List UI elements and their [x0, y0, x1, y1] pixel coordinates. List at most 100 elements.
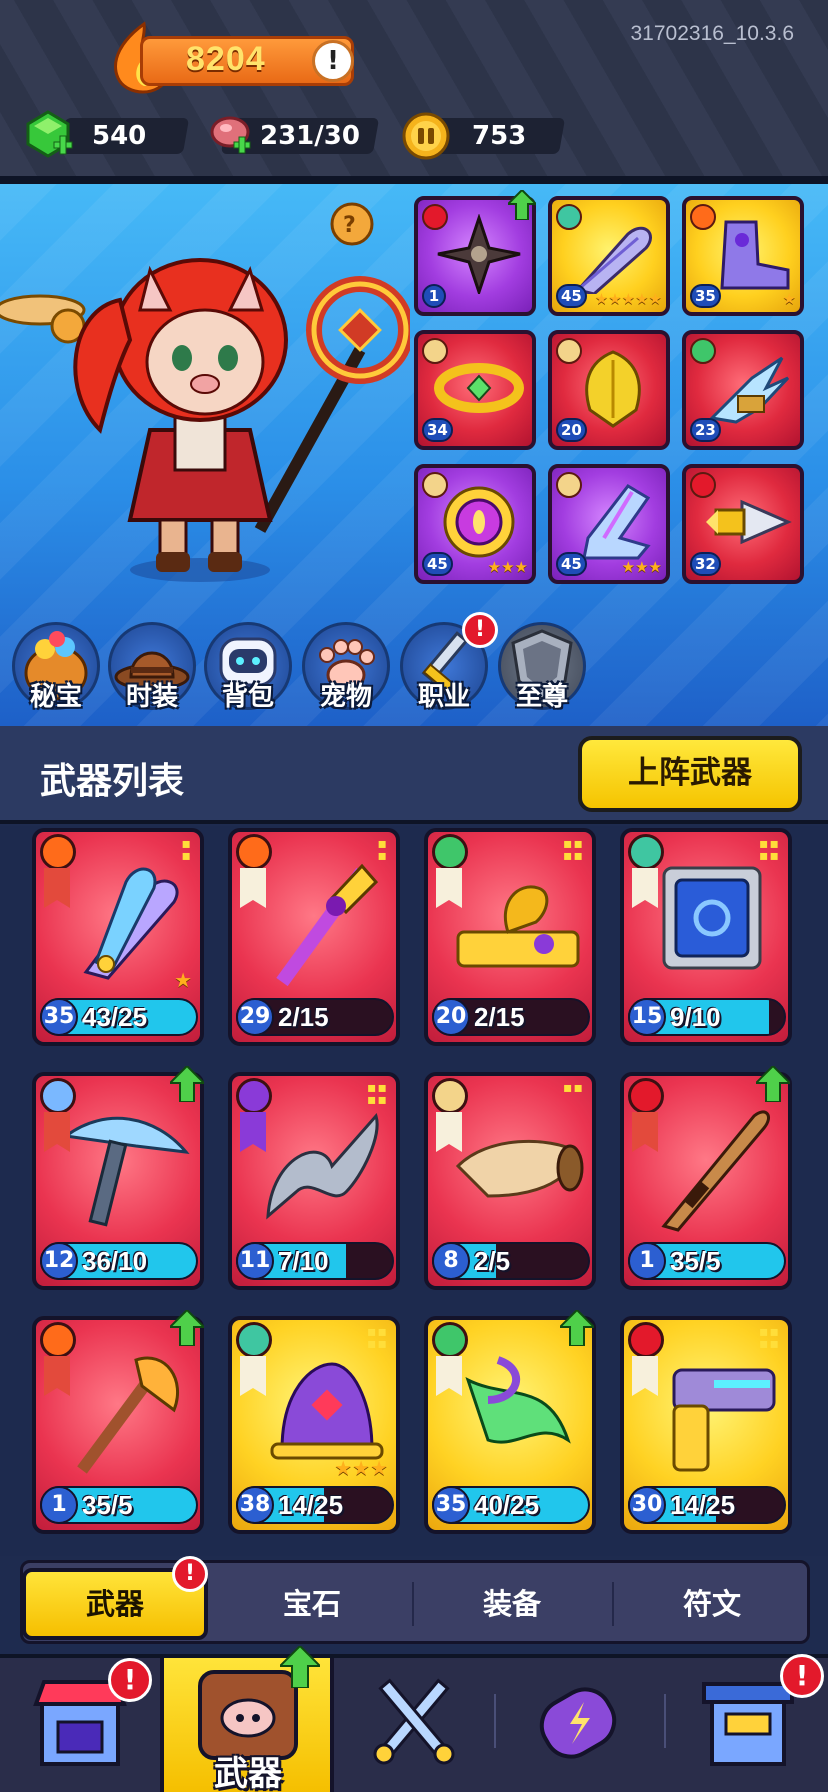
element-badge [556, 338, 582, 364]
element-badge [422, 338, 448, 364]
equipment-slot[interactable]: 45 ★★★ [548, 464, 670, 584]
boomerang-icon [266, 1112, 379, 1220]
upgrade-arrow-icon [170, 1310, 204, 1346]
weapon-card[interactable]: ▪▪ ▪▪ 11 7/10 [228, 1072, 400, 1290]
weapon-level: 35 [432, 1486, 470, 1524]
weapon-card[interactable]: ▪ ▪ ★ 35 43/25 [32, 828, 204, 1046]
weapon-level: 1 [40, 1486, 78, 1524]
weapon-card[interactable]: 12 36/10 [32, 1072, 204, 1290]
shuriken-icon [437, 214, 521, 294]
weapon-progress: 7/10 [278, 1246, 329, 1276]
quality-dots: ▪▪ ▪▪ [759, 836, 780, 864]
weapon-card[interactable]: ▪▪ ▪▪ ★★★ 38 14/25 [228, 1316, 400, 1534]
slot-level: 20 [556, 418, 587, 442]
weapon-stars: ★ [174, 968, 192, 992]
feature-label: 宠物 [319, 682, 372, 712]
element-badge [690, 338, 716, 364]
svg-text:?: ? [343, 213, 356, 238]
weapon-level: 15 [628, 998, 666, 1036]
weapon-card[interactable]: 35 40/25 [424, 1316, 596, 1534]
feature-label: 职业 [417, 682, 470, 712]
hero-character[interactable]: ? [0, 100, 410, 600]
version-label: 31702316_10.3.6 [630, 22, 795, 45]
feature-label: 至尊 [515, 682, 568, 712]
crystal-boot-icon [582, 484, 651, 560]
weapon-stars: ★★★ [334, 1456, 388, 1480]
slot-level: 23 [690, 418, 721, 442]
equipment-slot[interactable]: 23 [682, 330, 804, 450]
spellbook-icon [662, 866, 762, 970]
quality-dots: ▪▪ [377, 836, 388, 864]
wind-element-icon [236, 1322, 272, 1358]
horn-icon [455, 1139, 584, 1198]
weapon-progress: 2/15 [278, 1002, 329, 1032]
blood-element-icon [628, 1322, 664, 1358]
slot-stars: ★★★ [487, 558, 528, 576]
quality-dots: ▪▪ ▪▪ [563, 836, 584, 864]
slot-level: 45 [556, 284, 587, 308]
nature-element-icon [432, 834, 468, 870]
element-badge [690, 204, 716, 230]
holy-element-icon [432, 1078, 468, 1114]
equipment-slot[interactable]: 20 [548, 330, 670, 450]
feature-label: 背包 [221, 682, 274, 712]
power-info-button[interactable]: ! [312, 40, 354, 82]
equipment-slot[interactable]: 34 [414, 330, 536, 450]
weapon-card[interactable]: 1 35/5 [32, 1316, 204, 1534]
pickaxe-icon [62, 1116, 190, 1227]
weapon-level: 35 [40, 998, 78, 1036]
weapon-level: 1 [628, 1242, 666, 1280]
element-badge [556, 204, 582, 230]
weapon-card[interactable]: ▪ ▪ 29 2/15 [228, 828, 400, 1046]
capsule-icon [539, 1687, 617, 1759]
quality-dots: ▪▪ ▪▪ [759, 1324, 780, 1352]
weapon-progress: 9/10 [670, 1002, 721, 1032]
equipment-slot[interactable]: 45 ★★★ [414, 464, 536, 584]
base-alert-icon: ! [780, 1654, 824, 1698]
weapon-card[interactable]: ▪▪ ▪▪ 20 2/15 [424, 828, 596, 1046]
equipment-slot[interactable]: 45 ★★★★★ [548, 196, 670, 316]
upgrade-arrow-icon [756, 1066, 790, 1102]
slot-level: 35 [690, 284, 721, 308]
amulet-icon [443, 486, 515, 558]
slot-level: 45 [422, 552, 453, 576]
equipment-slot[interactable]: 35 ★ [682, 196, 804, 316]
slot-stars: ★★★ [621, 558, 662, 576]
weapon-card[interactable]: 1 35/5 [620, 1072, 792, 1290]
slot-stars: ★ [782, 290, 796, 308]
tab-gems[interactable]: 宝石 [214, 1568, 410, 1640]
quality-dots: ▪▪ ▪▪ [367, 1080, 388, 1108]
quality-dots: ▪▪ ▪▪ [367, 1324, 388, 1352]
blood-element-icon [628, 1078, 664, 1114]
weapon-progress: 2/15 [474, 1002, 525, 1032]
feature-label: 秘宝 [29, 682, 82, 712]
crystal-staff-icon [276, 863, 379, 987]
weapon-card[interactable]: ▪▪ 8 2/5 [424, 1072, 596, 1290]
slot-level: 32 [690, 552, 721, 576]
weapon-level: 8 [432, 1242, 470, 1280]
upgrade-arrow-icon [560, 1310, 594, 1346]
weapon-progress: 40/25 [474, 1490, 540, 1520]
dragon-throne-icon [456, 885, 580, 968]
weapon-progress: 14/25 [278, 1490, 344, 1520]
class-alert-icon: ! [462, 612, 498, 648]
weapon-level: 12 [40, 1242, 78, 1280]
weapons-alert-icon: ! [172, 1556, 208, 1592]
weapon-progress: 35/5 [670, 1246, 721, 1276]
weapon-card[interactable]: ▪▪ ▪▪ 15 9/10 [620, 828, 792, 1046]
weapon-level: 29 [236, 998, 274, 1036]
axe-icon [77, 1356, 180, 1474]
slot-level: 45 [556, 552, 587, 576]
equipment-slot[interactable]: 32 [682, 464, 804, 584]
tab-runes[interactable]: 符文 [614, 1568, 810, 1640]
nav-battle[interactable] [334, 1658, 494, 1792]
drill-icon [706, 499, 792, 545]
weapon-card[interactable]: ▪▪ ▪▪ 30 14/25 [620, 1316, 792, 1534]
equip-weapon-button[interactable]: 上阵武器 [578, 736, 802, 812]
serpent-blade-icon [465, 1356, 571, 1444]
weapon-level: 38 [236, 1486, 274, 1524]
tab-equipment[interactable]: 装备 [414, 1568, 610, 1640]
slot-stars: ★★★★★ [594, 290, 662, 308]
nav-capsule[interactable] [498, 1658, 658, 1792]
upgrade-arrow-icon [508, 190, 536, 220]
